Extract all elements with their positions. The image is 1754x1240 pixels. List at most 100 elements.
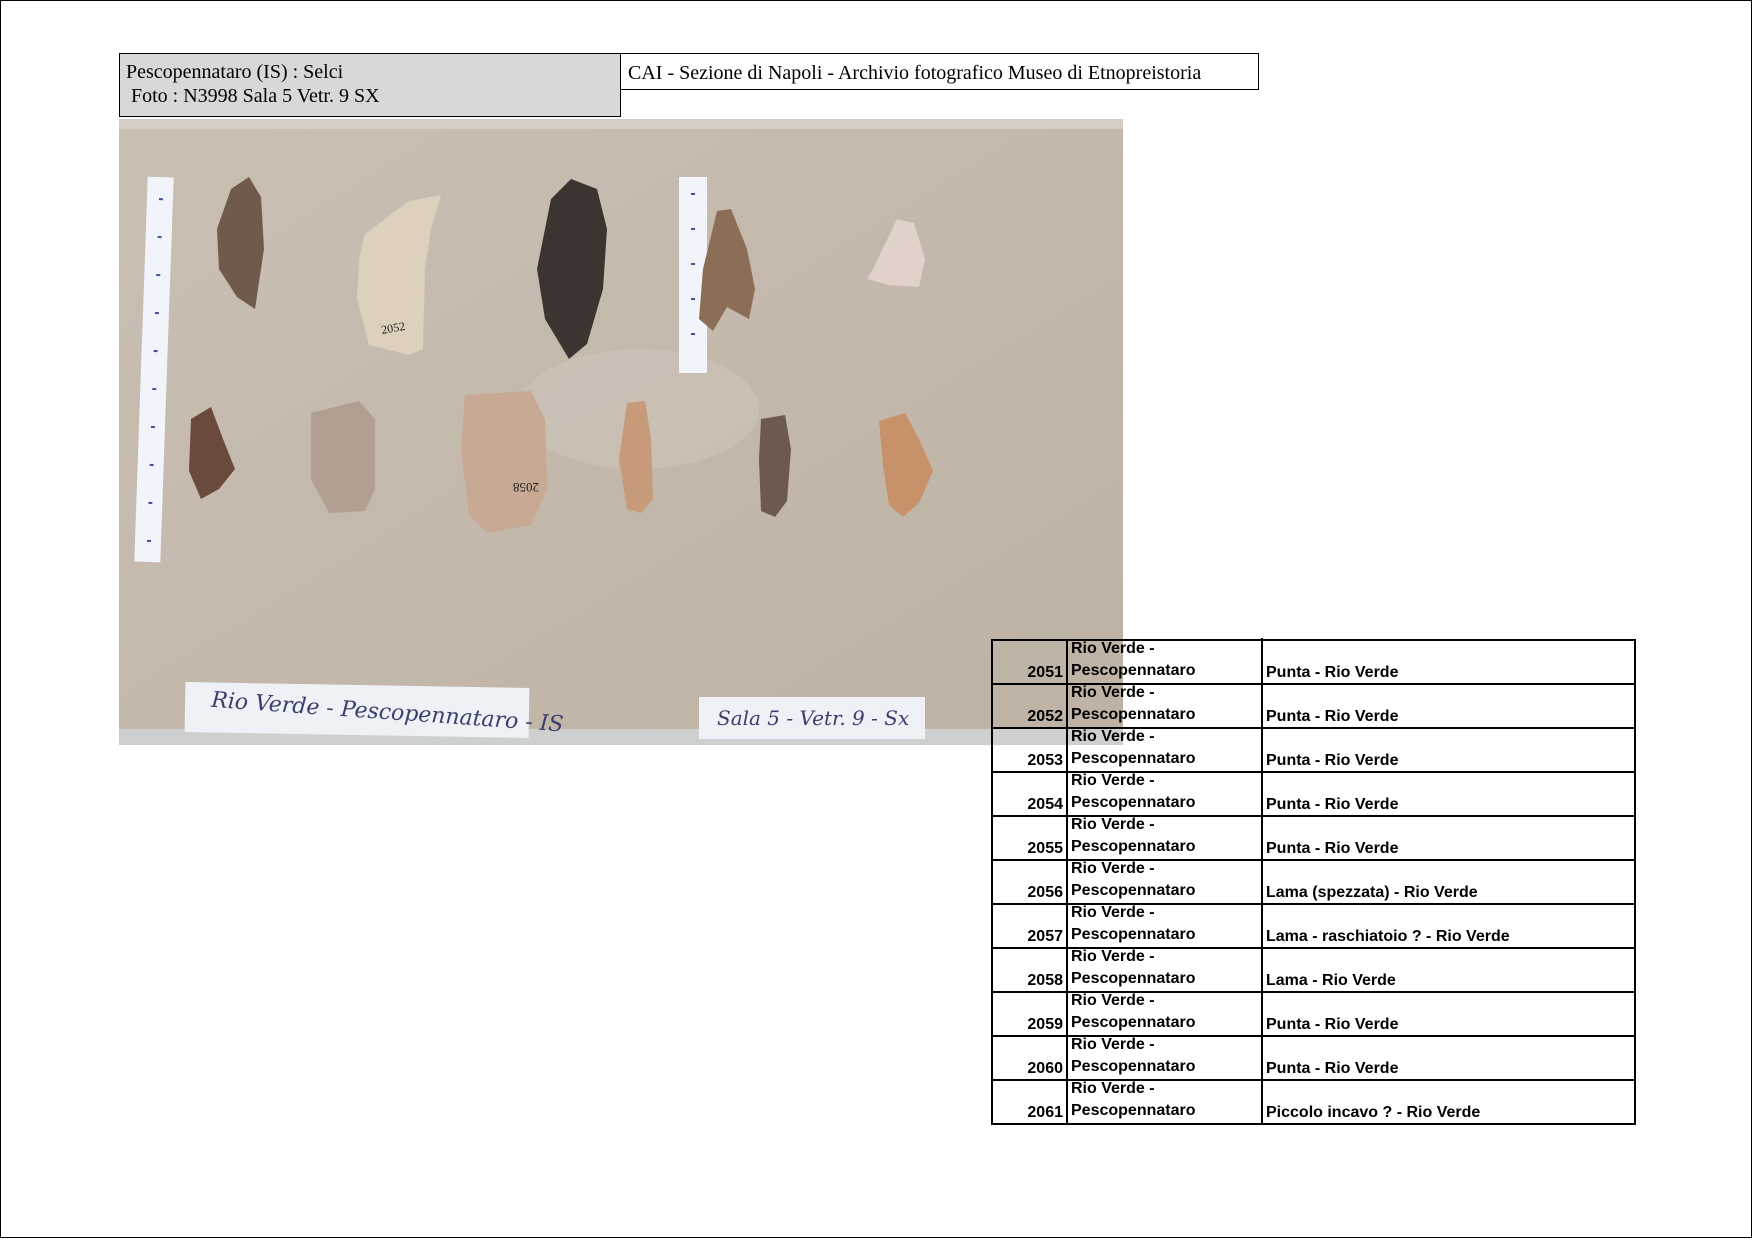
location-line-1: Rio Verde - <box>1071 640 1155 657</box>
photo-label-right: Sala 5 - Vetr. 9 - Sx <box>699 697 925 739</box>
artifact-description: Punta - Rio Verde <box>1266 840 1399 857</box>
table-row: 2058 Rio Verde - Pescopennataro Lama - Rio … <box>993 946 1634 991</box>
location-line-1: Rio Verde - <box>1071 684 1155 701</box>
location-line-1: Rio Verde - <box>1071 1080 1155 1097</box>
location-line-2: Pescopennataro <box>1071 706 1196 723</box>
artifact-description: Punta - Rio Verde <box>1266 752 1399 769</box>
header-archive: CAI - Sezione di Napoli - Archivio fotog… <box>621 53 1259 90</box>
cell-number: 2051 <box>993 641 1068 683</box>
artifact-2058 <box>461 391 547 533</box>
artifact-description: Punta - Rio Verde <box>1266 1060 1399 1077</box>
artifact-description: Lama - Rio Verde <box>1266 972 1396 989</box>
artifact-2057 <box>311 401 375 513</box>
table-row: 2052 Rio Verde - Pescopennataro Punta - Rio… <box>993 682 1634 727</box>
location-line-2: Pescopennataro <box>1071 882 1196 899</box>
cell-description: Piccolo incavo ? - Rio Verde <box>1263 1081 1634 1123</box>
artifact-number: 2051 <box>1027 664 1063 681</box>
cell-number: 2054 <box>993 773 1068 815</box>
cell-location: Rio Verde - Pescopennataro <box>1068 902 1263 947</box>
cell-number: 2057 <box>993 905 1068 947</box>
cell-number: 2059 <box>993 993 1068 1035</box>
table-row: 2061 Rio Verde - Pescopennataro Piccolo inc… <box>993 1078 1634 1123</box>
artifact-number: 2053 <box>1027 752 1063 769</box>
location-line-2: Pescopennataro <box>1071 1014 1196 1031</box>
cell-number: 2052 <box>993 685 1068 727</box>
cell-location: Rio Verde - Pescopennataro <box>1068 814 1263 859</box>
artifact-number: 2057 <box>1027 928 1063 945</box>
cell-description: Punta - Rio Verde <box>1263 1037 1634 1079</box>
location-line-2: Pescopennataro <box>1071 838 1196 855</box>
location-line-2: Pescopennataro <box>1071 926 1196 943</box>
location-line-1: Rio Verde - <box>1071 904 1155 921</box>
table-row: 2056 Rio Verde - Pescopennataro Lama (spezz… <box>993 858 1634 903</box>
cell-location: Rio Verde - Pescopennataro <box>1068 1078 1263 1123</box>
location-line-1: Rio Verde - <box>1071 948 1155 965</box>
cell-number: 2061 <box>993 1081 1068 1123</box>
artifact-description: Punta - Rio Verde <box>1266 1016 1399 1033</box>
artifact-number: 2061 <box>1027 1104 1063 1121</box>
cell-location: Rio Verde - Pescopennataro <box>1068 990 1263 1035</box>
glass-edge <box>119 119 1123 129</box>
header-site: Pescopennataro (IS) : Selci <box>126 61 344 83</box>
location-line-2: Pescopennataro <box>1071 1058 1196 1075</box>
artifact-description: Punta - Rio Verde <box>1266 796 1399 813</box>
artifact-number: 2058 <box>1027 972 1063 989</box>
location-line-2: Pescopennataro <box>1071 970 1196 987</box>
location-line-2: Pescopennataro <box>1071 662 1196 679</box>
location-line-1: Rio Verde - <box>1071 816 1155 833</box>
artifact-number: 2055 <box>1027 840 1063 857</box>
location-line-1: Rio Verde - <box>1071 728 1155 745</box>
cell-number: 2058 <box>993 949 1068 991</box>
location-line-1: Rio Verde - <box>1071 1036 1155 1053</box>
cell-number: 2053 <box>993 729 1068 771</box>
artifact-number: 2056 <box>1027 884 1063 901</box>
photo-label-left: Rio Verde - Pescopennataro - IS <box>184 682 564 738</box>
cell-description: Punta - Rio Verde <box>1263 729 1634 771</box>
cell-description: Lama - raschiatoio ? - Rio Verde <box>1263 905 1634 947</box>
artifact-description: Piccolo incavo ? - Rio Verde <box>1266 1104 1481 1121</box>
artifact-2060 <box>759 415 791 517</box>
artifact-description: Punta - Rio Verde <box>1266 708 1399 725</box>
artifact-number: 2054 <box>1027 796 1063 813</box>
cell-number: 2060 <box>993 1037 1068 1079</box>
artifact-number: 2052 <box>1027 708 1063 725</box>
location-line-2: Pescopennataro <box>1071 794 1196 811</box>
table-row: 2055 Rio Verde - Pescopennataro Punta - Rio… <box>993 814 1634 859</box>
location-line-1: Rio Verde - <box>1071 992 1155 1009</box>
location-line-2: Pescopennataro <box>1071 750 1196 767</box>
cell-location: Rio Verde - Pescopennataro <box>1068 726 1263 771</box>
cell-description: Punta - Rio Verde <box>1263 641 1634 683</box>
location-line-1: Rio Verde - <box>1071 860 1155 877</box>
artifact-description: Lama (spezzata) - Rio Verde <box>1266 884 1478 901</box>
cell-description: Lama - Rio Verde <box>1263 949 1634 991</box>
artifact-2058-number: 2058 <box>513 480 539 495</box>
cell-number: 2056 <box>993 861 1068 903</box>
artifact-table: 2051 Rio Verde - Pescopennataro Punta - Rio… <box>991 638 1636 1125</box>
cell-location: Rio Verde - Pescopennataro <box>1068 638 1263 683</box>
header-photo-ref: Foto : N3998 Sala 5 Vetr. 9 SX <box>131 85 380 107</box>
header-site-box: Pescopennataro (IS) : Selci Foto : N3998… <box>119 53 621 117</box>
cell-location: Rio Verde - Pescopennataro <box>1068 1034 1263 1079</box>
table-row: 2051 Rio Verde - Pescopennataro Punta - Rio… <box>993 638 1634 683</box>
cell-description: Punta - Rio Verde <box>1263 817 1634 859</box>
cell-description: Punta - Rio Verde <box>1263 773 1634 815</box>
table-row: 2057 Rio Verde - Pescopennataro Lama - rasc… <box>993 902 1634 947</box>
table-row: 2059 Rio Verde - Pescopennataro Punta - Rio… <box>993 990 1634 1035</box>
cell-description: Lama (spezzata) - Rio Verde <box>1263 861 1634 903</box>
photo-label-right-text: Sala 5 - Vetr. 9 - Sx <box>717 706 909 730</box>
cell-description: Punta - Rio Verde <box>1263 685 1634 727</box>
artifact-description: Punta - Rio Verde <box>1266 664 1399 681</box>
artifact-description: Lama - raschiatoio ? - Rio Verde <box>1266 928 1510 945</box>
cell-location: Rio Verde - Pescopennataro <box>1068 858 1263 903</box>
table-row: 2054 Rio Verde - Pescopennataro Punta - Rio… <box>993 770 1634 815</box>
cell-location: Rio Verde - Pescopennataro <box>1068 682 1263 727</box>
table-row: 2060 Rio Verde - Pescopennataro Punta - Rio… <box>993 1034 1634 1079</box>
artifact-number: 2060 <box>1027 1060 1063 1077</box>
table-row: 2053 Rio Verde - Pescopennataro Punta - Rio… <box>993 726 1634 771</box>
location-line-1: Rio Verde - <box>1071 772 1155 789</box>
cell-number: 2055 <box>993 817 1068 859</box>
cell-location: Rio Verde - Pescopennataro <box>1068 770 1263 815</box>
artifact-number: 2059 <box>1027 1016 1063 1033</box>
artifact-photo: 2052 2058 Rio Verde - Pescopennataro - I… <box>119 119 1123 745</box>
cell-description: Punta - Rio Verde <box>1263 993 1634 1035</box>
